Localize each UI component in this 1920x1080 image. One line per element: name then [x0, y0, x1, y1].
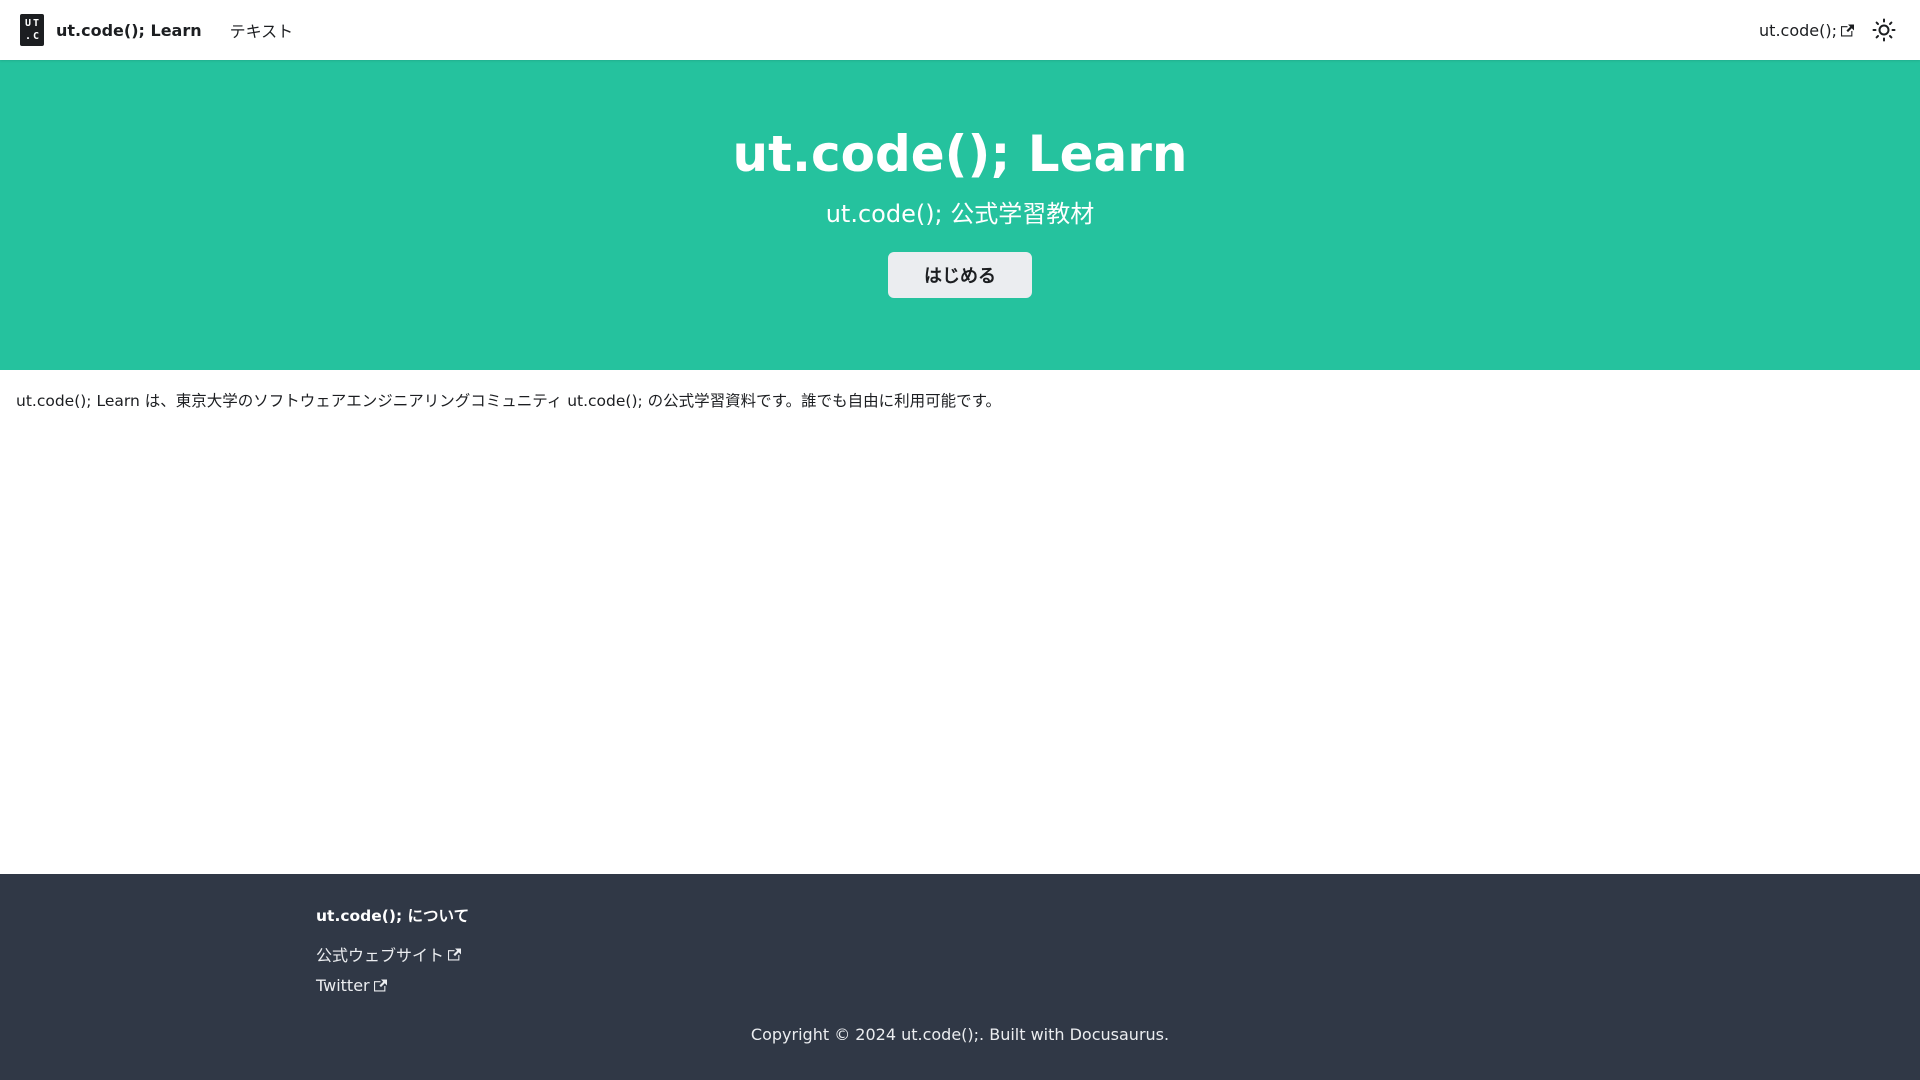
hero-banner: ut.code(); Learn ut.code(); 公式学習教材 はじめる [0, 60, 1920, 370]
external-link-icon [1841, 24, 1854, 36]
copyright-text: Copyright © 2024 ut.code();. Built with … [750, 1025, 1170, 1044]
footer-link-label: 公式ウェブサイト [316, 946, 445, 965]
footer-heading: ut.code(); について [316, 907, 470, 925]
intro-text: ut.code(); Learn は、東京大学のソフトウェアエンジニアリングコミ… [16, 392, 1002, 410]
logo-icon: UT .C [20, 14, 44, 46]
nav-link-text[interactable]: テキスト [230, 18, 294, 42]
main-content: ut.code(); Learn は、東京大学のソフトウェアエンジニアリングコミ… [0, 370, 1920, 874]
theme-toggle-button[interactable] [1868, 14, 1900, 46]
external-link-icon [373, 979, 387, 992]
navbar-left: UT .C ut.code(); Learn テキスト [20, 14, 293, 46]
navbar: UT .C ut.code(); Learn テキスト ut.code(); [0, 0, 1920, 60]
footer-link-label: Twitter [316, 976, 370, 995]
nav-link-utcode-label: ut.code(); [1759, 20, 1837, 40]
brand-link[interactable]: UT .C ut.code(); Learn [20, 14, 202, 46]
external-link-icon [448, 948, 462, 960]
logo-text-top: UT [24, 18, 42, 29]
footer-link-twitter[interactable]: Twitter [316, 976, 387, 995]
footer-column: ut.code(); について 公式ウェブサイト Twitter [316, 904, 1920, 995]
navbar-right: ut.code(); [1731, 14, 1900, 46]
footer: ut.code(); について 公式ウェブサイト Twitter Copyrig… [0, 874, 1920, 1080]
sun-icon [1872, 18, 1896, 42]
start-button[interactable]: はじめる [888, 252, 1032, 298]
brand-title: ut.code(); Learn [56, 20, 202, 40]
logo-text-bottom: .C [24, 31, 42, 42]
hero-title: ut.code(); Learn [732, 125, 1188, 183]
hero-subtitle: ut.code(); 公式学習教材 [825, 200, 1095, 228]
nav-link-utcode[interactable]: ut.code(); [1759, 21, 1854, 40]
footer-link-official-website[interactable]: 公式ウェブサイト [316, 942, 462, 966]
